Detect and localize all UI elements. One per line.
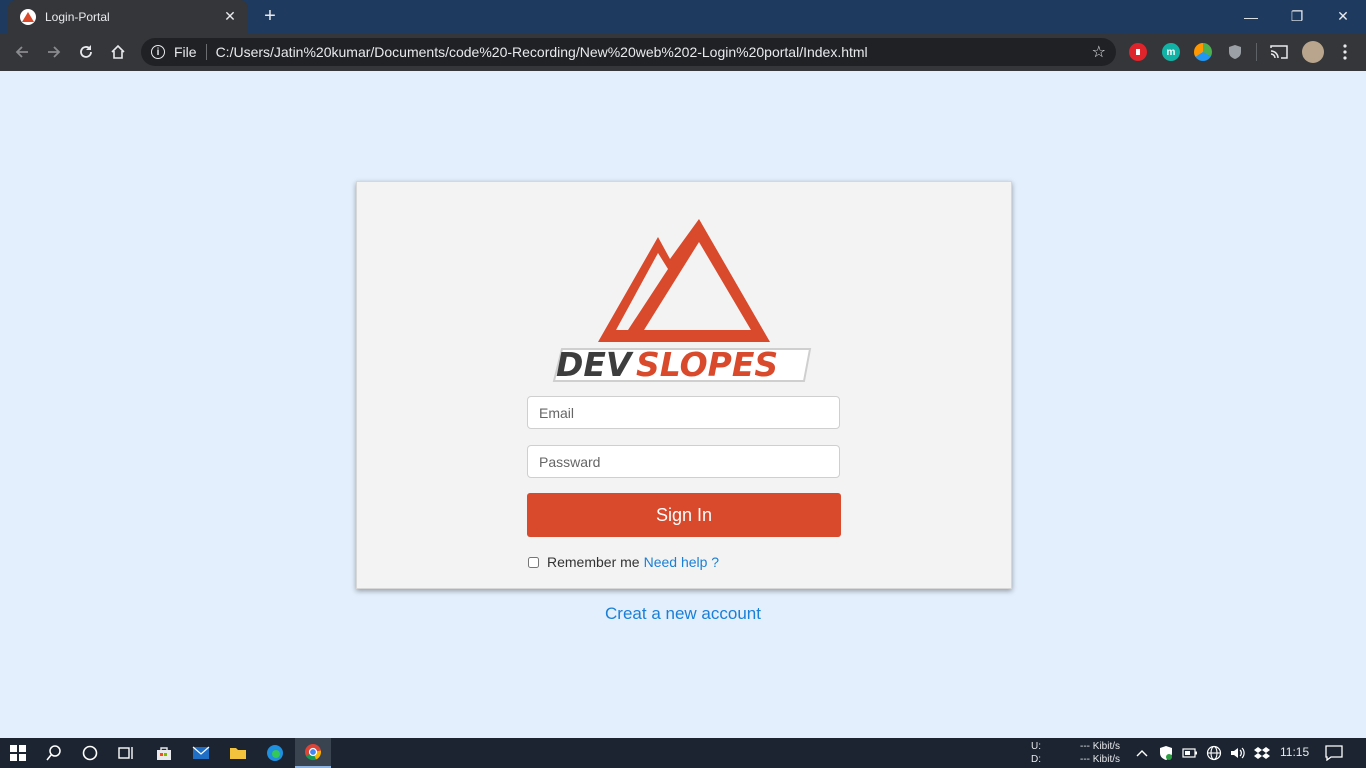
edge-icon[interactable] <box>257 738 293 768</box>
remember-me-label: Remember me <box>547 554 640 570</box>
restore-button[interactable]: ❐ <box>1274 0 1320 33</box>
net-up-value: --- Kibit/s <box>1080 741 1120 752</box>
remember-me-checkbox[interactable] <box>528 556 539 568</box>
tab-close-icon[interactable]: ✕ <box>222 8 238 25</box>
cast-icon[interactable] <box>1270 43 1288 61</box>
windows-start-icon[interactable] <box>0 738 36 768</box>
sign-in-button[interactable]: Sign In <box>527 493 841 537</box>
omnibox-divider <box>205 44 207 60</box>
windows-taskbar: U: D: --- Kibit/s --- Kibit/s 11:15 <box>0 738 1366 768</box>
login-card: DEV SLOPES Sign In Remember me Need help… <box>356 181 1012 589</box>
net-down-value: --- Kibit/s <box>1080 754 1120 765</box>
battery-icon[interactable] <box>1180 738 1200 768</box>
need-help-link[interactable]: Need help ? <box>644 554 720 570</box>
action-center-icon[interactable] <box>1316 738 1352 768</box>
m-extension-icon[interactable]: m <box>1162 43 1180 61</box>
tab-title: Login-Portal <box>45 9 110 24</box>
new-tab-button[interactable]: + <box>260 6 280 26</box>
adblock-icon[interactable] <box>1129 43 1147 61</box>
browser-tab-strip: Login-Portal ✕ + — ❐ ✕ <box>0 0 1366 33</box>
menu-kebab-icon[interactable] <box>1336 43 1354 61</box>
brand-dev-text: DEV <box>556 345 634 384</box>
chrome-taskbar-icon[interactable] <box>295 738 331 768</box>
shield-extension-icon[interactable] <box>1226 43 1244 61</box>
net-down-label: D: <box>1031 754 1041 765</box>
search-icon[interactable] <box>36 738 72 768</box>
toolbar-divider <box>1256 43 1257 61</box>
minimize-button[interactable]: — <box>1228 0 1274 33</box>
cortana-icon[interactable] <box>72 738 108 768</box>
remember-row: Remember me Need help ? <box>527 553 719 571</box>
reload-icon[interactable] <box>74 40 98 64</box>
devslopes-favicon-icon <box>20 8 36 25</box>
network-globe-icon[interactable] <box>1204 738 1224 768</box>
scheme-label: File <box>174 44 197 60</box>
mail-icon[interactable] <box>183 738 219 768</box>
browser-toolbar: i File C:/Users/Jatin%20kumar/Documents/… <box>0 33 1366 71</box>
back-arrow-icon[interactable] <box>10 40 34 64</box>
home-icon[interactable] <box>106 40 130 64</box>
info-icon[interactable]: i <box>151 45 165 59</box>
bookmark-star-icon[interactable]: ☆ <box>1092 42 1106 62</box>
file-explorer-icon[interactable] <box>220 738 256 768</box>
store-icon[interactable] <box>146 738 182 768</box>
profile-avatar[interactable] <box>1302 41 1324 63</box>
email-field[interactable] <box>527 396 840 429</box>
brand-slopes-text: SLOPES <box>636 345 778 384</box>
colorful-extension-icon[interactable] <box>1194 43 1212 61</box>
url-text[interactable]: C:/Users/Jatin%20kumar/Documents/code%20… <box>216 44 1092 60</box>
create-account-link[interactable]: Creat a new account <box>0 604 1366 624</box>
defender-shield-icon[interactable] <box>1156 738 1176 768</box>
password-field[interactable] <box>527 445 840 478</box>
net-up-label: U: <box>1031 741 1041 752</box>
clock-time[interactable]: 11:15 <box>1280 746 1309 758</box>
dropbox-icon[interactable] <box>1252 738 1272 768</box>
tray-chevron-up-icon[interactable] <box>1132 738 1152 768</box>
page-content: DEV SLOPES Sign In Remember me Need help… <box>0 71 1366 738</box>
forward-arrow-icon[interactable] <box>42 40 66 64</box>
address-bar[interactable]: i File C:/Users/Jatin%20kumar/Documents/… <box>141 38 1116 66</box>
task-view-icon[interactable] <box>108 738 144 768</box>
close-window-button[interactable]: ✕ <box>1320 0 1366 33</box>
tab-login-portal[interactable]: Login-Portal ✕ <box>8 0 248 33</box>
volume-icon[interactable] <box>1228 738 1248 768</box>
devslopes-logo: DEV SLOPES <box>552 219 812 384</box>
